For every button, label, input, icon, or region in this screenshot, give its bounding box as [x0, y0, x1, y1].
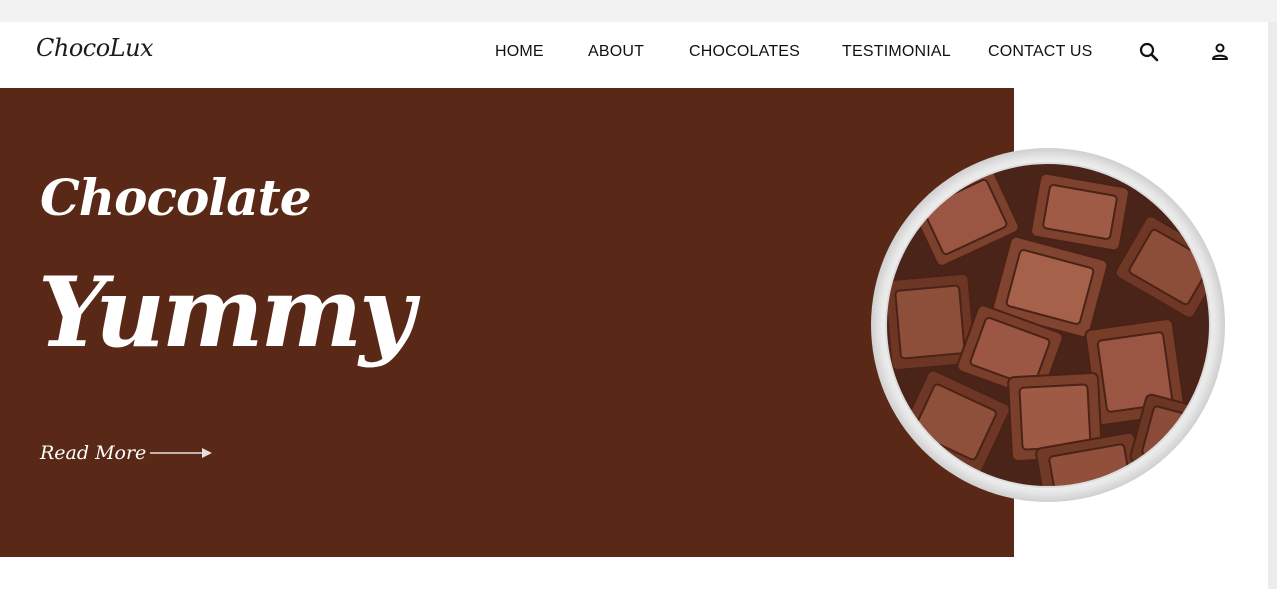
scrollbar-gutter[interactable]	[1268, 22, 1277, 589]
hero-title: Yummy	[38, 256, 415, 369]
user-icon[interactable]	[1209, 41, 1231, 63]
browser-top-strip	[0, 0, 1277, 22]
page: ChocoLux HOME ABOUT CHOCOLATES TESTIMONI…	[0, 22, 1268, 589]
site-logo[interactable]: ChocoLux	[36, 34, 154, 62]
nav-testimonial[interactable]: TESTIMONIAL	[842, 43, 951, 61]
navbar: ChocoLux HOME ABOUT CHOCOLATES TESTIMONI…	[0, 22, 1268, 88]
nav-about[interactable]: ABOUT	[588, 43, 644, 61]
read-more-label: Read More	[40, 442, 147, 464]
read-more-link[interactable]: Read More	[40, 442, 214, 464]
chocolate-bowl-image	[871, 148, 1225, 502]
hero-subtitle: Chocolate	[40, 168, 312, 227]
nav-chocolates[interactable]: CHOCOLATES	[689, 43, 800, 61]
nav-contact-us[interactable]: CONTACT US	[988, 43, 1093, 61]
nav-home[interactable]: HOME	[495, 43, 544, 61]
arrow-right-icon	[150, 448, 213, 458]
search-icon[interactable]	[1138, 41, 1160, 63]
hero-banner: Chocolate Yummy Read More	[0, 88, 1014, 557]
